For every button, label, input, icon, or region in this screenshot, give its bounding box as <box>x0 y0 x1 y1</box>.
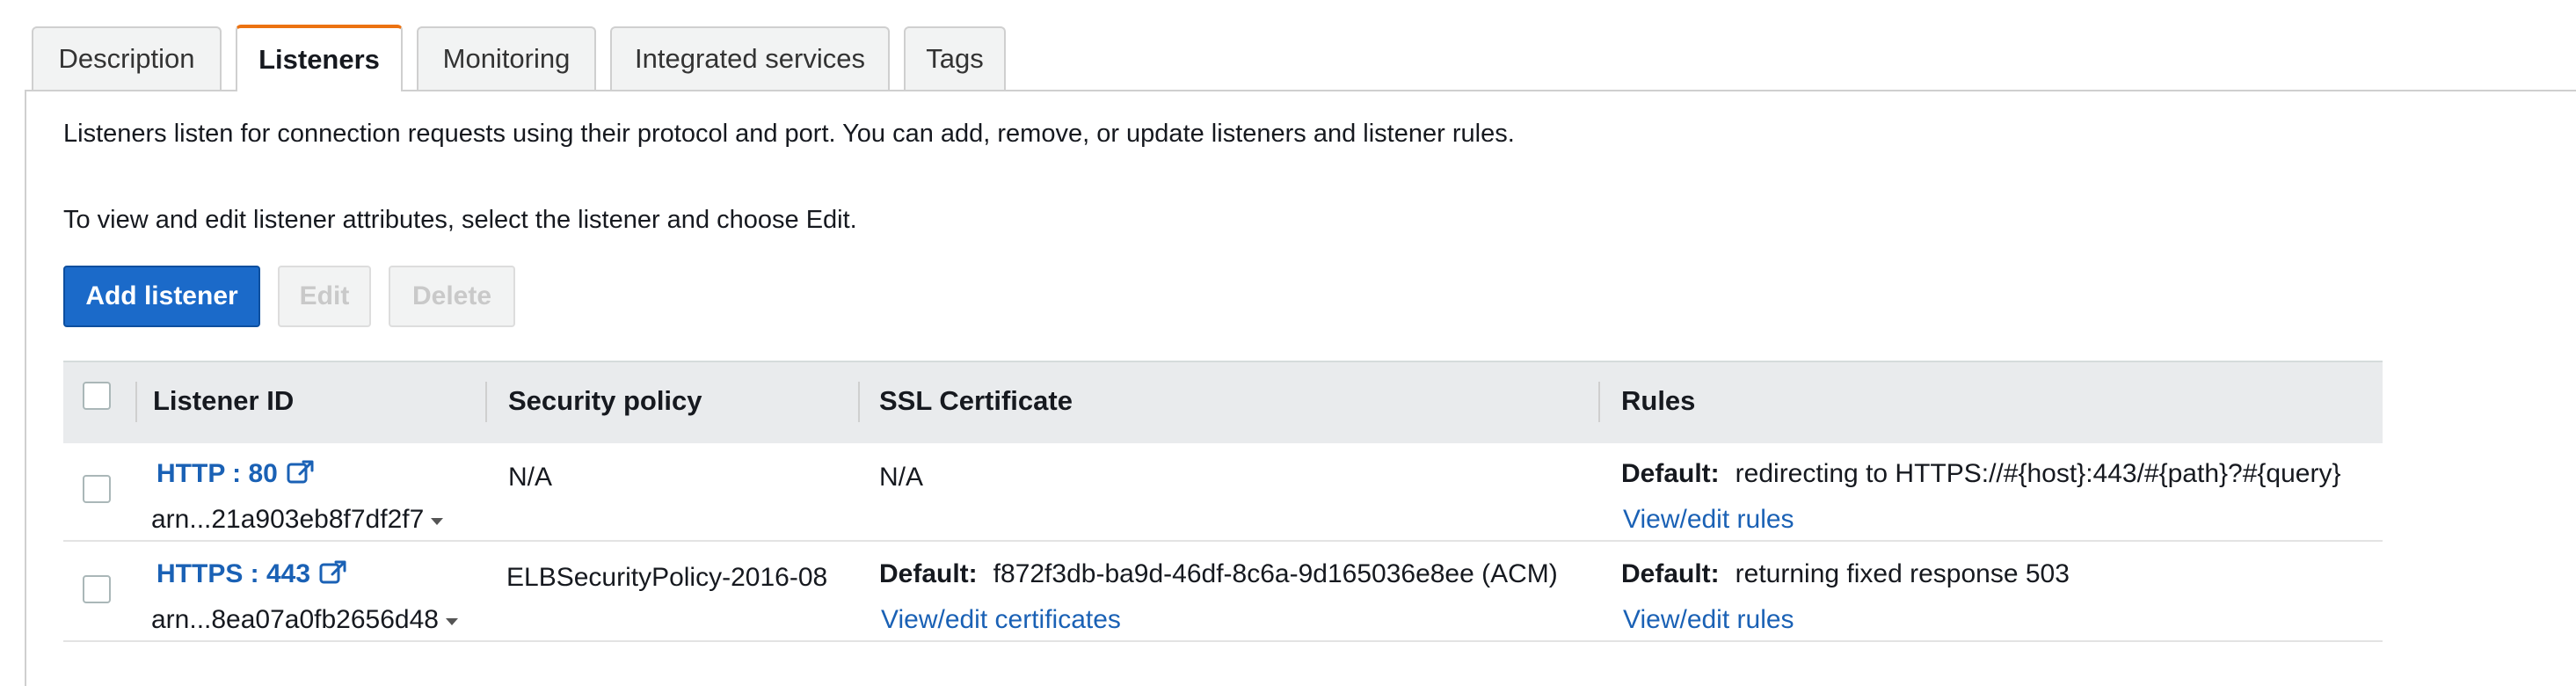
column-separator <box>135 382 137 422</box>
listener-arn: arn...21a903eb8f7df2f7 <box>151 505 425 534</box>
rules-default-label: Default: <box>1621 459 1720 488</box>
select-all-checkbox[interactable] <box>83 382 111 410</box>
column-separator <box>858 382 860 422</box>
rules-default-value: returning fixed response 503 <box>1735 559 2070 588</box>
security-policy-cell: N/A <box>508 463 553 492</box>
security-policy-cell: ELBSecurityPolicy-2016-08 <box>506 563 828 592</box>
column-separator <box>1598 382 1600 422</box>
table-header: Listener ID Security policy SSL Certific… <box>63 361 2383 443</box>
column-header-rules[interactable]: Rules <box>1621 385 1695 417</box>
listener-arn: arn...8ea07a0fb2656d48 <box>151 605 439 634</box>
ssl-default-label: Default: <box>879 559 978 588</box>
external-link-icon[interactable] <box>287 459 315 493</box>
ssl-certificate-cell: N/A <box>879 463 924 492</box>
tab-listeners[interactable]: Listeners <box>236 25 403 91</box>
add-listener-button[interactable]: Add listener <box>63 266 260 327</box>
listener-arn-cell: arn...8ea07a0fb2656d48 <box>151 605 458 635</box>
listener-id-cell: HTTP : 80 <box>156 459 315 493</box>
column-header-security-policy[interactable]: Security policy <box>508 385 702 417</box>
tab-integrated-services[interactable]: Integrated services <box>610 26 890 90</box>
row-select-checkbox[interactable] <box>83 575 111 603</box>
listener-link[interactable]: HTTPS : 443 <box>156 559 310 588</box>
column-header-listener-id[interactable]: Listener ID <box>153 385 294 417</box>
ssl-certificate-cell: Default: f872f3db-ba9d-46df-8c6a-9d165036… <box>879 559 1558 589</box>
tab-description[interactable]: Description <box>32 26 222 90</box>
column-separator <box>485 382 487 422</box>
rules-default-label: Default: <box>1621 559 1720 588</box>
view-edit-rules-link[interactable]: View/edit rules <box>1623 505 1794 535</box>
edit-button[interactable]: Edit <box>278 266 371 327</box>
tab-monitoring[interactable]: Monitoring <box>417 26 596 90</box>
external-link-icon[interactable] <box>319 559 347 593</box>
panel-border <box>25 90 26 686</box>
listener-arn-cell: arn...21a903eb8f7df2f7 <box>151 505 444 535</box>
listener-id-cell: HTTPS : 443 <box>156 559 347 593</box>
tab-tags[interactable]: Tags <box>904 26 1006 90</box>
view-edit-certificates-link[interactable]: View/edit certificates <box>881 605 1121 635</box>
listener-link[interactable]: HTTP : 80 <box>156 459 278 488</box>
listeners-intro-text: Listeners listen for connection requests… <box>63 120 1515 148</box>
row-select-checkbox[interactable] <box>83 475 111 503</box>
chevron-down-icon[interactable] <box>431 518 444 525</box>
delete-button[interactable]: Delete <box>389 266 515 327</box>
view-edit-rules-link[interactable]: View/edit rules <box>1623 605 1794 635</box>
rules-default-cell: Default: redirecting to HTTPS://#{host}:4… <box>1621 459 2341 489</box>
table-row[interactable]: HTTPS : 443 arn...8ea07a0fb2656d48 ELBSe… <box>63 542 2383 642</box>
column-header-ssl-certificate[interactable]: SSL Certificate <box>879 385 1073 417</box>
table-row[interactable]: HTTP : 80 arn...21a903eb8f7df2f7 N/A N/A… <box>63 442 2383 542</box>
tab-bar: Description Listeners Monitoring Integra… <box>0 0 2576 91</box>
rules-default-cell: Default: returning fixed response 503 <box>1621 559 2070 589</box>
listeners-edit-hint: To view and edit listener attributes, se… <box>63 206 857 234</box>
chevron-down-icon[interactable] <box>445 618 458 625</box>
rules-default-value: redirecting to HTTPS://#{host}:443/#{pat… <box>1735 459 2341 488</box>
tab-bar-divider <box>25 90 2576 91</box>
ssl-certificate-value: f872f3db-ba9d-46df-8c6a-9d165036e8ee (AC… <box>993 559 1558 588</box>
